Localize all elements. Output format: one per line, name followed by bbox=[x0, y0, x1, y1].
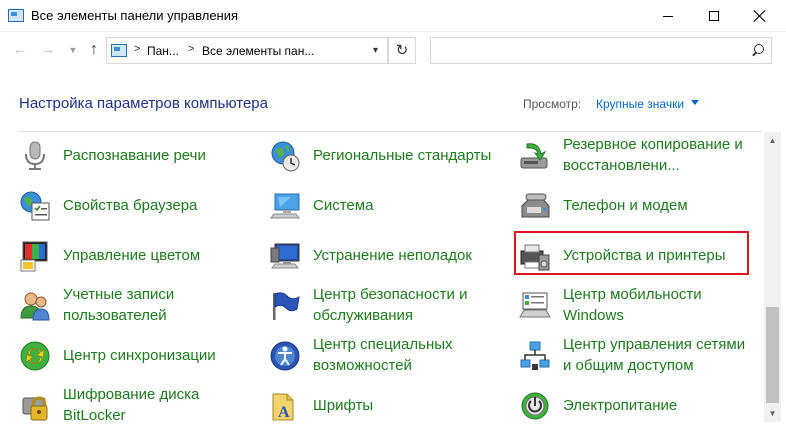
up-arrow-icon[interactable]: ↑ bbox=[84, 40, 104, 60]
breadcrumb-control-panel[interactable]: Пан... bbox=[147, 44, 179, 58]
item-label: Управление цветом bbox=[63, 247, 201, 264]
item-system[interactable]: Система bbox=[269, 184, 509, 232]
scroll-down-icon[interactable]: ▼ bbox=[764, 405, 781, 422]
highlight-box bbox=[514, 231, 749, 275]
item-label: Электропитание bbox=[563, 397, 678, 414]
item-browser-properties[interactable]: Свойства браузера bbox=[19, 184, 259, 232]
item-sync-center[interactable]: Центр синхронизации bbox=[19, 334, 259, 382]
maximize-button[interactable] bbox=[691, 0, 737, 32]
item-label: Центр безопасности и обслуживания bbox=[313, 286, 468, 324]
item-label: Система bbox=[313, 197, 374, 214]
item-label: Центр управления сетями и общим доступом bbox=[563, 336, 746, 374]
mobility-icon bbox=[519, 292, 551, 318]
address-bar[interactable]: > Пан... > Все элементы пан... bbox=[106, 37, 388, 64]
computer-icon bbox=[270, 193, 300, 219]
backup-restore-icon bbox=[520, 143, 548, 169]
view-label: Просмотр: bbox=[523, 97, 582, 111]
item-label: Устранение неполадок bbox=[313, 247, 472, 264]
title-bar: Все элементы панели управления bbox=[0, 0, 786, 32]
item-backup-restore[interactable]: Резервное копирование и восстановлени... bbox=[519, 134, 759, 182]
item-label: Центр мобильности Windows bbox=[563, 286, 702, 324]
microphone-icon bbox=[25, 141, 45, 170]
phone-modem-icon bbox=[521, 193, 550, 218]
color-management-icon bbox=[20, 241, 48, 272]
item-label: Распознавание речи bbox=[63, 147, 206, 164]
control-panel-icon bbox=[111, 44, 127, 57]
scrollbar-thumb[interactable] bbox=[766, 307, 779, 403]
minimize-button[interactable] bbox=[645, 0, 691, 32]
item-troubleshooting[interactable]: Устранение неполадок bbox=[269, 234, 509, 282]
recent-locations-chevron-icon[interactable]: ▼ bbox=[63, 40, 83, 60]
item-speech-recognition[interactable]: Распознавание речи bbox=[19, 134, 259, 182]
globe-clock-icon bbox=[271, 141, 300, 172]
item-phone-modem[interactable]: Телефон и модем bbox=[519, 184, 759, 232]
close-icon bbox=[754, 10, 766, 22]
item-fonts[interactable]: A Шрифты bbox=[269, 384, 509, 427]
close-button[interactable] bbox=[737, 0, 783, 32]
svg-text:A: A bbox=[278, 404, 290, 421]
item-regional-standards[interactable]: Региональные стандарты bbox=[269, 134, 509, 182]
item-bitlocker[interactable]: Шифрование диска BitLocker bbox=[19, 384, 259, 427]
item-label: Региональные стандарты bbox=[313, 147, 492, 164]
scroll-up-icon[interactable]: ▲ bbox=[764, 132, 781, 149]
item-label: Учетные записи пользователей bbox=[63, 286, 175, 324]
forward-arrow-icon[interactable]: → bbox=[38, 40, 58, 60]
view-mode-dropdown[interactable]: Крупные значки bbox=[596, 97, 684, 111]
item-power-options[interactable]: Электропитание bbox=[519, 384, 759, 427]
item-label: Шифрование диска BitLocker bbox=[63, 386, 200, 424]
troubleshooting-icon bbox=[270, 243, 300, 269]
window-title: Все элементы панели управления bbox=[31, 8, 239, 23]
control-panel-icon bbox=[8, 9, 24, 22]
item-label: Телефон и модем bbox=[563, 197, 688, 214]
address-dropdown-icon[interactable]: ▾ bbox=[364, 37, 388, 64]
maximize-icon bbox=[709, 11, 719, 21]
browser-properties-icon bbox=[20, 191, 50, 221]
page-title: Настройка параметров компьютера bbox=[19, 95, 268, 112]
item-color-management[interactable]: Управление цветом bbox=[19, 234, 259, 282]
breadcrumb-all-items[interactable]: Все элементы пан... bbox=[202, 44, 314, 58]
back-arrow-icon[interactable]: ← bbox=[10, 40, 30, 60]
item-mobility-center[interactable]: Центр мобильности Windows bbox=[519, 284, 759, 332]
refresh-button[interactable]: ↻ bbox=[388, 37, 416, 64]
flag-icon bbox=[273, 292, 300, 320]
search-icon bbox=[751, 44, 764, 56]
chevron-down-icon[interactable] bbox=[691, 100, 699, 105]
network-icon bbox=[520, 341, 550, 370]
refresh-icon: ↻ bbox=[395, 42, 409, 59]
item-network-sharing-center[interactable]: Центр управления сетями и общим доступом bbox=[519, 334, 759, 382]
item-label: Резервное копирование и восстановлени... bbox=[563, 136, 743, 174]
fonts-icon: A bbox=[272, 393, 294, 421]
navigation-bar: ← → ▼ ↑ > Пан... > Все элементы пан... ▾… bbox=[0, 32, 786, 70]
item-label: Центр специальных возможностей bbox=[313, 336, 453, 374]
search-input[interactable] bbox=[430, 37, 772, 64]
power-icon bbox=[521, 392, 549, 420]
sync-icon bbox=[20, 341, 50, 371]
vertical-scrollbar[interactable]: ▲ ▼ bbox=[764, 132, 781, 422]
breadcrumb-separator: > bbox=[134, 43, 141, 55]
breadcrumb-separator: > bbox=[188, 43, 195, 55]
minimize-icon bbox=[663, 15, 673, 17]
item-accessibility-center[interactable]: Центр специальных возможностей bbox=[269, 334, 509, 382]
item-label: Центр синхронизации bbox=[63, 347, 216, 364]
item-label: Свойства браузера bbox=[63, 197, 198, 214]
item-security-maintenance[interactable]: Центр безопасности и обслуживания bbox=[269, 284, 509, 332]
bitlocker-icon bbox=[22, 396, 48, 421]
item-label: Шрифты bbox=[313, 397, 374, 414]
users-icon bbox=[20, 292, 50, 321]
accessibility-icon bbox=[270, 341, 300, 371]
item-user-accounts[interactable]: Учетные записи пользователей bbox=[19, 284, 259, 332]
divider bbox=[19, 131, 762, 132]
